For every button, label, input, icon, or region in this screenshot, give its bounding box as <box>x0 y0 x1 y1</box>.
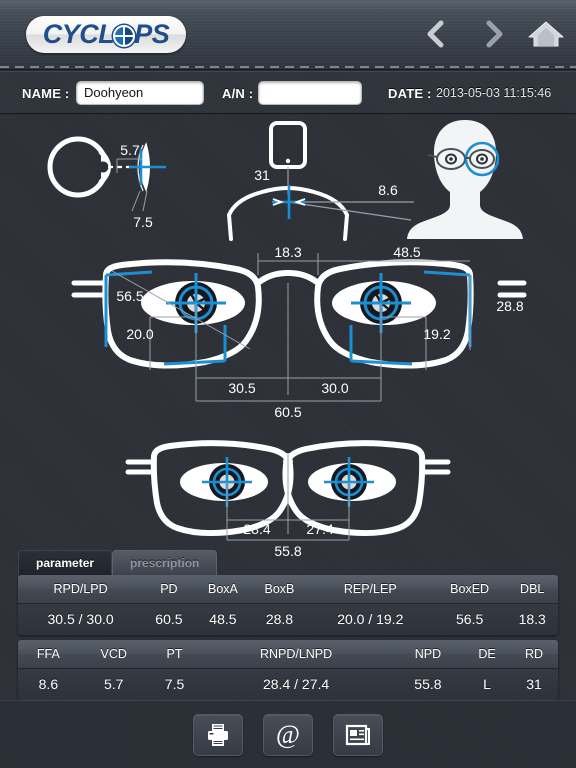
top-diagram-row: 5.7 7.5 31 8.6 <box>47 120 523 241</box>
eye-cross-section-diagram: 5.7 7.5 <box>47 136 166 230</box>
action-toolbar: @ <box>0 700 576 768</box>
head-with-glasses-icon <box>407 120 523 239</box>
date-value: 2013-05-03 11:15:46 <box>436 86 552 100</box>
app-logo-text-left: CYCL <box>42 19 115 49</box>
pt-dimension-label: 7.5 <box>133 214 153 230</box>
header-stitch-divider <box>0 66 576 68</box>
column-header: BoxB <box>251 575 308 604</box>
column-header: RPD/LPD <box>18 575 144 604</box>
rnpd-dimension-label: 28.4 <box>243 521 270 537</box>
pd-dimension-label: 60.5 <box>274 404 301 420</box>
lower-right-eye <box>308 457 396 507</box>
lnpd-dimension-label: 27.4 <box>306 521 333 537</box>
column-header: FFA <box>18 640 79 669</box>
column-header: RD <box>510 640 558 669</box>
vcd-dimension-label: 5.7 <box>120 142 140 158</box>
home-icon <box>528 21 564 47</box>
table-cell: 31 <box>510 668 558 700</box>
printer-icon <box>208 723 228 746</box>
main-dimensions: 18.3 48.5 56.5 28.8 20.0 19.2 30.5 30.0 <box>111 245 524 420</box>
tab-parameter[interactable]: parameter <box>18 550 113 575</box>
table-cell: 20.0 / 19.2 <box>307 603 433 635</box>
chevron-left-icon <box>427 20 444 48</box>
dbl-dimension-label: 18.3 <box>274 245 301 260</box>
column-header: PT <box>148 640 201 669</box>
table-cell: 28.8 <box>251 603 308 635</box>
result-tabs: parameter prescription <box>18 550 218 575</box>
name-input[interactable]: Doohyeon <box>76 81 204 105</box>
app-logo-text-right: PS <box>134 19 170 49</box>
column-header: BoxA <box>194 575 252 604</box>
nav-next-button[interactable] <box>473 14 515 54</box>
column-header: PD <box>143 575 195 604</box>
table-cell: 5.7 <box>78 668 149 700</box>
table-header-row: FFA VCD PT RNPD/LNPD NPD DE RD <box>18 640 558 669</box>
app-logo: CYCL PS <box>26 16 186 53</box>
rd-dimension-label: 31 <box>254 167 270 183</box>
npd-dimension-label: 55.8 <box>274 543 301 559</box>
column-header: REP/LEP <box>307 575 433 604</box>
column-header: BoxED <box>432 575 507 604</box>
table-header-row: RPD/LPD PD BoxA BoxB REP/LEP BoxED DBL <box>18 575 558 604</box>
table-row: 8.6 5.7 7.5 28.4 / 27.4 55.8 L 31 <box>18 668 558 700</box>
table-cell: 56.5 <box>432 603 507 635</box>
accession-number-label: A/N : <box>222 86 254 101</box>
frame-top-view-diagram: 31 8.6 <box>227 121 414 241</box>
table-cell: 7.5 <box>148 668 201 700</box>
column-header: RNPD/LNPD <box>200 640 392 669</box>
ffa-dimension-label: 8.6 <box>378 182 398 198</box>
parameter-table-primary: RPD/LPD PD BoxA BoxB REP/LEP BoxED DBL 3… <box>18 575 558 635</box>
boxa-dimension-label: 48.5 <box>393 245 420 260</box>
left-eye <box>141 273 245 333</box>
column-header: DE <box>464 640 511 669</box>
table-cell: 60.5 <box>143 603 195 635</box>
chevron-right-icon <box>486 20 503 48</box>
print-button[interactable] <box>193 713 243 756</box>
table-cell: 55.8 <box>391 668 465 700</box>
nav-prev-button[interactable] <box>415 14 457 54</box>
column-header: DBL <box>506 575 558 604</box>
patient-info-bar: NAME : Doohyeon A/N : DATE : 2013-05-03 … <box>0 71 576 114</box>
lep-dimension-label: 19.2 <box>423 326 450 342</box>
name-label: NAME : <box>22 86 70 101</box>
table-cell: L <box>464 668 511 700</box>
accession-number-input[interactable] <box>258 81 362 105</box>
date-label: DATE : <box>388 86 432 101</box>
right-eye <box>332 273 436 333</box>
boxb-dimension-label: 28.8 <box>496 298 523 314</box>
boxed-dimension-label: 56.5 <box>116 288 143 304</box>
bridge <box>255 269 321 286</box>
table-cell: 48.5 <box>194 603 252 635</box>
email-button[interactable]: @ <box>263 713 313 756</box>
tab-prescription[interactable]: prescription <box>112 550 218 575</box>
lpd-dimension-label: 30.0 <box>321 380 348 396</box>
target-crosshair-icon <box>113 24 136 47</box>
column-header: NPD <box>391 640 465 669</box>
table-row: 30.5 / 30.0 60.5 48.5 28.8 20.0 / 19.2 5… <box>18 603 558 635</box>
report-button[interactable] <box>333 713 383 756</box>
table-cell: 28.4 / 27.4 <box>200 668 392 700</box>
table-cell: 18.3 <box>506 603 558 635</box>
table-cell: 30.5 / 30.0 <box>18 603 144 635</box>
rpd-dimension-label: 30.5 <box>228 380 255 396</box>
lower-left-eye <box>180 457 268 507</box>
app-header: CYCL PS <box>0 0 576 70</box>
newspaper-icon <box>345 724 370 745</box>
lower-glasses-diagram: 28.4 27.4 55.8 <box>125 440 451 559</box>
rep-dimension-label: 20.0 <box>126 326 153 342</box>
main-glasses-diagram: 18.3 48.5 56.5 28.8 20.0 19.2 30.5 30.0 <box>71 245 527 420</box>
column-header: VCD <box>78 640 149 669</box>
home-button[interactable] <box>527 15 565 53</box>
at-sign-icon: @ <box>276 721 300 749</box>
table-cell: 8.6 <box>18 668 79 700</box>
app-logo-text: CYCL PS <box>43 19 170 50</box>
parameter-table-secondary: FFA VCD PT RNPD/LNPD NPD DE RD 8.6 5.7 7… <box>18 640 558 700</box>
svg-text:@: @ <box>276 721 300 749</box>
